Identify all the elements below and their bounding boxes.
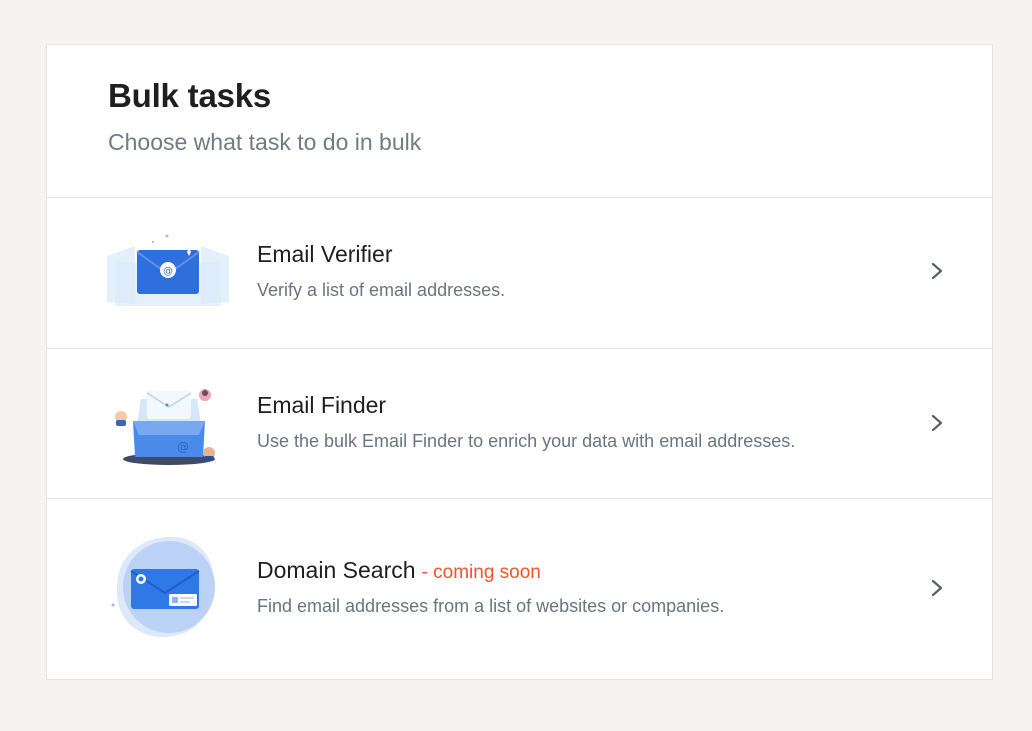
bulk-tasks-card: Bulk tasks Choose what task to do in bul…	[46, 44, 993, 680]
email-verifier-illustration: @	[107, 234, 229, 306]
task-title: Domain Search - coming soon	[257, 557, 541, 584]
task-email-finder[interactable]: @ Email Finder Use the bulk Email Finder…	[47, 349, 992, 499]
coming-soon-badge: - coming soon	[421, 562, 541, 583]
chevron-right-icon	[931, 262, 943, 280]
task-description: Verify a list of email addresses.	[257, 280, 506, 300]
chevron-right-icon	[931, 579, 943, 597]
chevron-right-icon	[931, 414, 943, 432]
task-title: Email Finder	[257, 392, 387, 418]
domain-search-illustration	[111, 536, 215, 637]
card-header: Bulk tasks Choose what task to do in bul…	[47, 45, 992, 198]
svg-text:@: @	[177, 440, 189, 454]
task-description: Find email addresses from a list of webs…	[257, 596, 725, 616]
page-subtitle: Choose what task to do in bulk	[108, 129, 422, 155]
task-title: Email Verifier	[257, 241, 393, 267]
svg-text:@: @	[163, 266, 173, 277]
page-title: Bulk tasks	[108, 77, 272, 114]
task-domain-search[interactable]: Domain Search - coming soon Find email ad…	[47, 499, 992, 679]
task-email-verifier[interactable]: @ Email Verifier Verify a list of email …	[47, 198, 992, 349]
task-description: Use the bulk Email Finder to enrich your…	[257, 431, 796, 451]
email-finder-illustration: @	[115, 389, 215, 465]
task-title-text: Domain Search	[257, 557, 416, 583]
